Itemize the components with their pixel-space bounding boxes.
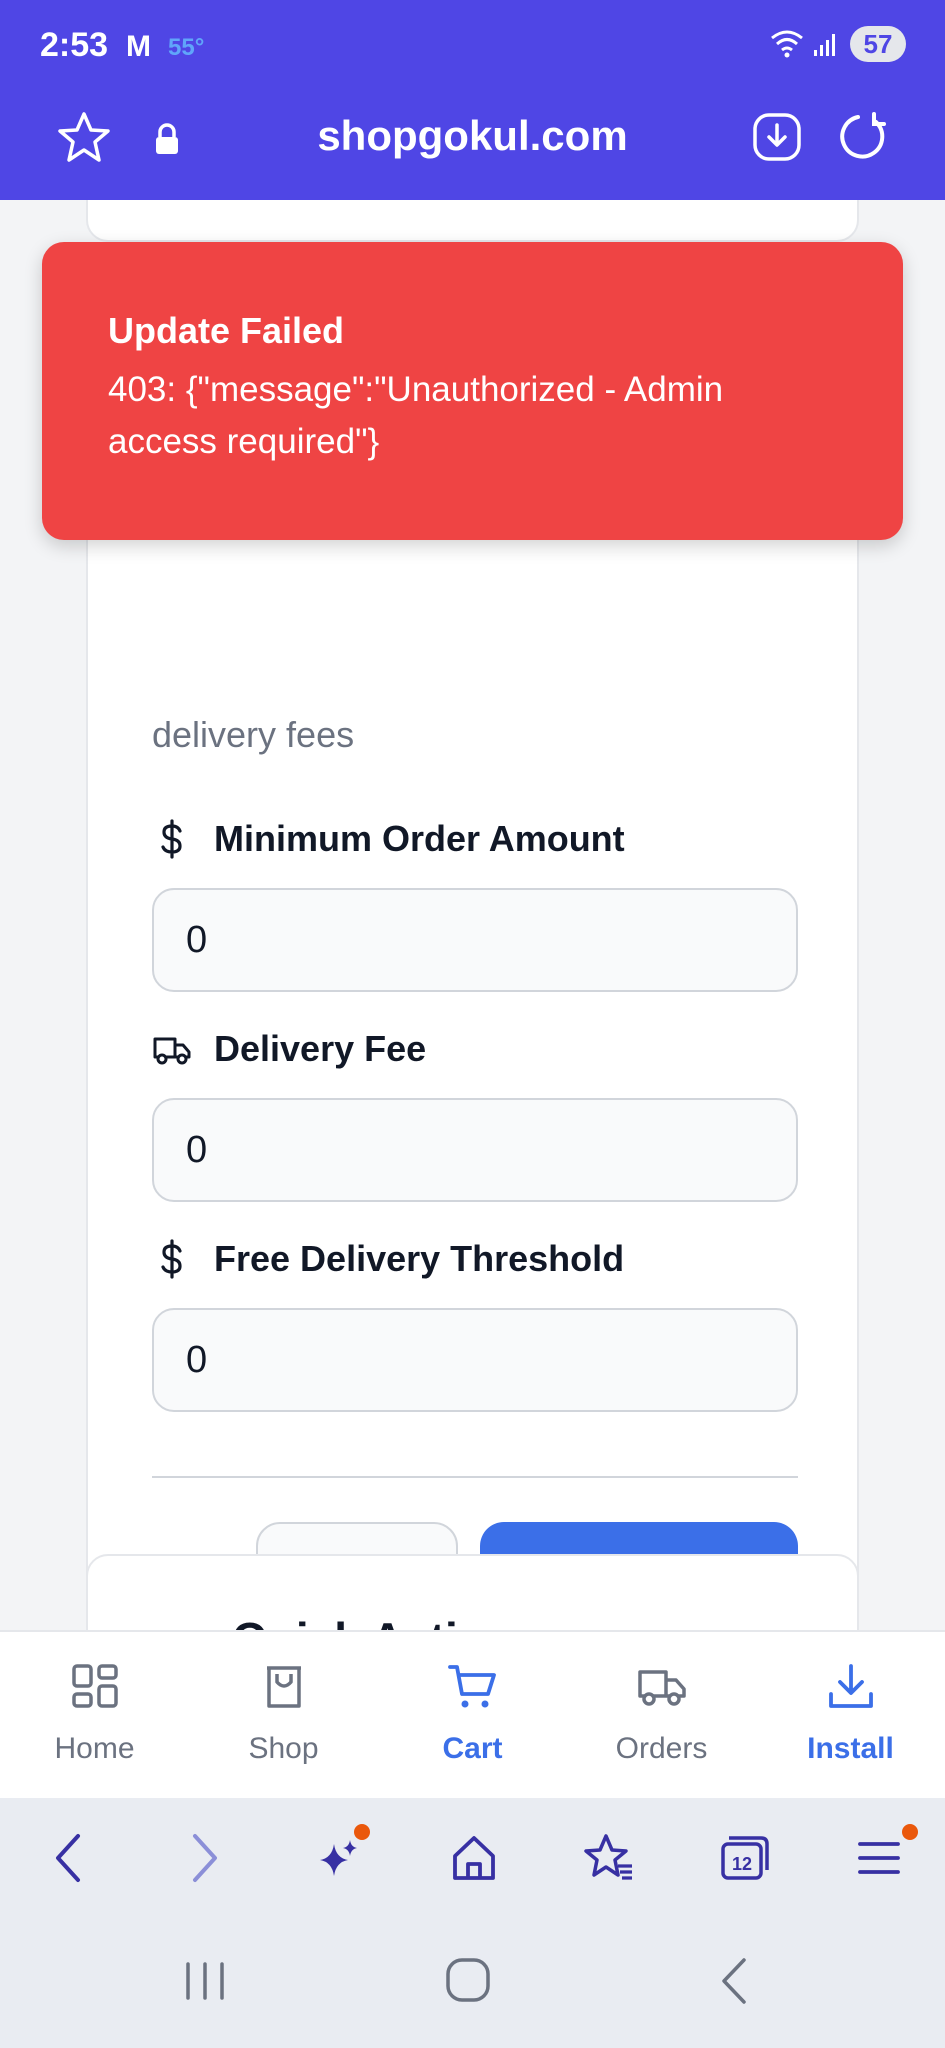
ai-assistant-button[interactable] — [270, 1798, 405, 1918]
error-toast[interactable]: Update Failed 403: {"message":"Unauthori… — [42, 242, 903, 540]
form-divider — [152, 1476, 798, 1478]
delivery-fee-label: Delivery Fee — [152, 1028, 426, 1070]
download-icon[interactable] — [752, 112, 802, 162]
url-bar[interactable]: shopgokul.com — [0, 100, 945, 200]
status-time: 2:53 — [40, 26, 109, 64]
minimum-order-input[interactable]: 0 — [152, 888, 798, 992]
url-text[interactable]: shopgokul.com — [0, 112, 945, 160]
gmail-icon: M — [126, 30, 151, 63]
nav-label-home: Home — [54, 1732, 135, 1765]
reload-icon[interactable] — [836, 110, 888, 162]
dollar-icon — [161, 819, 182, 859]
wifi-icon — [771, 30, 803, 58]
weather-temperature: 55° — [168, 34, 205, 61]
system-back-icon[interactable] — [710, 1956, 760, 2006]
nav-label-cart: Cart — [442, 1732, 503, 1765]
notification-dot — [902, 1824, 918, 1840]
battery-indicator: 57 — [850, 26, 906, 62]
browser-top-bar: 2:53 M 55° 57 shopgokul.com — [0, 0, 945, 200]
home-circle-icon[interactable] — [444, 1956, 494, 2006]
download-icon — [829, 1664, 873, 1708]
tabs-icon: 12 — [721, 1836, 769, 1880]
free-delivery-threshold-label-text: Free Delivery Threshold — [214, 1238, 625, 1279]
nav-item-home[interactable]: Home — [0, 1632, 189, 1800]
delivery-fee-input[interactable]: 0 — [152, 1098, 798, 1202]
quick-actions-card: Quick Actions — [86, 1554, 859, 1630]
truck-icon — [153, 1037, 191, 1065]
nav-item-shop[interactable]: Shop — [189, 1632, 378, 1800]
status-bar: 2:53 M 55° 57 — [0, 0, 945, 90]
card-description: delivery fees — [152, 714, 355, 755]
tabs-button[interactable]: 12 — [675, 1798, 810, 1918]
nav-item-cart[interactable]: Cart — [378, 1632, 567, 1800]
back-button[interactable] — [0, 1798, 135, 1918]
chevron-right-icon — [193, 1834, 217, 1882]
menu-button[interactable] — [810, 1798, 945, 1918]
free-delivery-threshold-label: Free Delivery Threshold — [152, 1238, 624, 1280]
nav-label-shop: Shop — [248, 1732, 319, 1765]
home-button[interactable] — [405, 1798, 540, 1918]
forward-button[interactable] — [135, 1798, 270, 1918]
dollar-icon — [161, 1239, 182, 1279]
notification-dot — [354, 1824, 370, 1840]
grid-icon — [72, 1664, 118, 1708]
previous-card — [86, 200, 859, 242]
free-delivery-threshold-input[interactable]: 0 — [152, 1308, 798, 1412]
bookmarks-button[interactable] — [540, 1798, 675, 1918]
nav-label-install: Install — [807, 1732, 894, 1765]
delivery-fee-label-text: Delivery Fee — [214, 1028, 427, 1069]
system-nav-bar — [0, 1918, 945, 2048]
cart-icon — [448, 1665, 496, 1708]
nav-label-orders: Orders — [615, 1732, 708, 1765]
nav-item-orders[interactable]: Orders — [567, 1632, 756, 1800]
bookmarks-star-icon — [584, 1834, 632, 1880]
toast-message: 403: {"message":"Unauthorized - Admin ac… — [108, 370, 724, 461]
home-icon — [453, 1836, 495, 1880]
delivery-settings-card: delivery fees Minimum Order Amount 0 Del… — [86, 440, 859, 1630]
shop-icon — [267, 1666, 301, 1708]
recent-apps-icon[interactable] — [180, 1956, 230, 2006]
truck-icon — [638, 1670, 686, 1706]
hamburger-menu-icon — [858, 1842, 900, 1874]
signal-icon — [814, 34, 835, 56]
nav-item-install[interactable]: Install — [756, 1632, 945, 1800]
tabs-count: 12 — [732, 1854, 752, 1874]
toast-title: Update Failed — [108, 310, 345, 351]
quick-actions-title: Quick Actions — [232, 1612, 540, 1630]
app-bottom-nav: Home Shop Cart Orders Install — [0, 1630, 945, 1798]
chevron-left-icon — [56, 1834, 80, 1882]
minimum-order-label-text: Minimum Order Amount — [214, 818, 625, 859]
minimum-order-label: Minimum Order Amount — [152, 818, 625, 860]
browser-toolbar: 12 — [0, 1798, 945, 1918]
